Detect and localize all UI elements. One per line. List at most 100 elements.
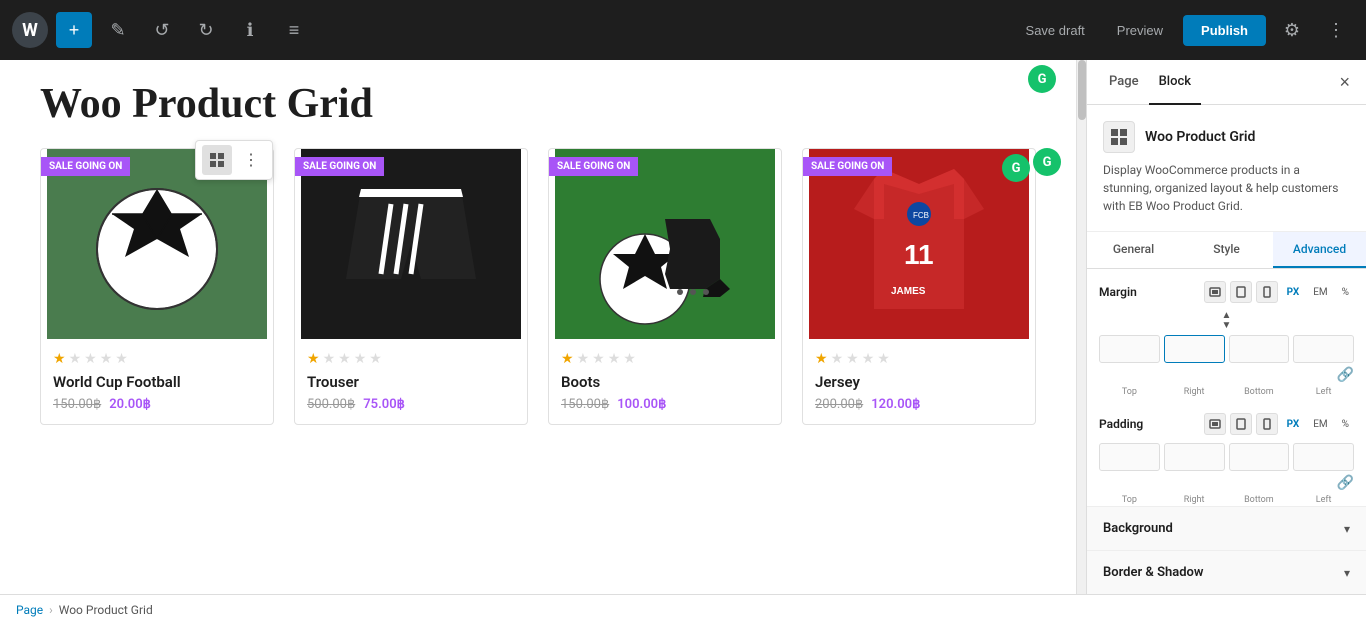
- margin-bottom-label: Bottom: [1229, 387, 1290, 397]
- margin-link-toggle[interactable]: 🔗: [1337, 367, 1354, 383]
- product-info-1: ★ ★ ★ ★ ★ World Cup Football 150.00฿ 20.…: [41, 339, 273, 424]
- product-image-4: 11 JAMES FCB: [803, 149, 1035, 339]
- redo-button[interactable]: ↻: [188, 12, 224, 48]
- product-name-4: Jersey: [815, 373, 1023, 391]
- more-options-button[interactable]: ⋮: [1318, 12, 1354, 48]
- margin-left-input[interactable]: [1293, 335, 1354, 363]
- border-shadow-header[interactable]: Border & Shadow ▾: [1087, 551, 1366, 594]
- star-rating-1: ★ ★ ★ ★ ★: [53, 351, 261, 367]
- sub-tab-general[interactable]: General: [1087, 232, 1180, 268]
- star-rating-3: ★ ★ ★ ★ ★: [561, 351, 769, 367]
- advanced-content: Margin PX EM %: [1087, 269, 1366, 506]
- product-card-2[interactable]: SALE GOING ON: [294, 148, 528, 425]
- padding-top-wrapper: [1099, 443, 1160, 471]
- block-more-button[interactable]: ⋮: [236, 145, 266, 175]
- padding-link-toggle[interactable]: 🔗: [1337, 475, 1354, 491]
- canvas-wrapper: Woo Product Grid ⋮ G: [0, 60, 1086, 594]
- margin-down-btn[interactable]: ▼: [1222, 321, 1232, 331]
- product-name-3: Boots: [561, 373, 769, 391]
- preview-button[interactable]: Preview: [1105, 17, 1175, 44]
- grammarly-icon-2: G: [1002, 154, 1030, 182]
- edit-button[interactable]: ✎: [100, 12, 136, 48]
- canvas: Woo Product Grid ⋮ G: [0, 60, 1076, 594]
- padding-tablet-btn[interactable]: [1230, 413, 1252, 435]
- block-name-label: Woo Product Grid: [1145, 129, 1255, 145]
- add-block-button[interactable]: +: [56, 12, 92, 48]
- product-card-3[interactable]: SALE GOING ON: [548, 148, 782, 425]
- background-header[interactable]: Background ▾: [1087, 507, 1366, 550]
- price-original-1: 150.00฿: [53, 397, 101, 412]
- breadcrumb-page[interactable]: Page: [16, 603, 43, 617]
- margin-right-input[interactable]: [1164, 335, 1225, 363]
- padding-left-wrapper: [1293, 443, 1354, 471]
- margin-inputs: [1099, 335, 1354, 363]
- margin-top-input[interactable]: [1099, 335, 1160, 363]
- panel-close-button[interactable]: ×: [1335, 68, 1354, 97]
- padding-section: Padding PX EM %: [1099, 413, 1354, 505]
- padding-right-wrapper: [1164, 443, 1225, 471]
- svg-text:JAMES: JAMES: [891, 286, 926, 297]
- undo-button[interactable]: ↺: [144, 12, 180, 48]
- svg-text:FCB: FCB: [913, 211, 929, 220]
- padding-unit-em[interactable]: EM: [1308, 417, 1332, 432]
- price-sale-3: 100.00฿: [617, 397, 666, 412]
- padding-bottom-input[interactable]: [1229, 443, 1290, 471]
- margin-mobile-btn[interactable]: [1256, 281, 1278, 303]
- wp-logo[interactable]: W: [12, 12, 48, 48]
- margin-label: Margin: [1099, 285, 1137, 299]
- padding-unit-pct[interactable]: %: [1337, 417, 1354, 432]
- price-original-3: 150.00฿: [561, 397, 609, 412]
- list-view-button[interactable]: ≡: [276, 12, 312, 48]
- margin-desktop-btn[interactable]: [1204, 281, 1226, 303]
- tab-page[interactable]: Page: [1099, 60, 1149, 105]
- padding-unit-px[interactable]: PX: [1282, 417, 1305, 432]
- padding-desktop-btn[interactable]: [1204, 413, 1226, 435]
- padding-bottom-wrapper: [1229, 443, 1290, 471]
- background-section: Background ▾: [1087, 506, 1366, 550]
- border-shadow-section: Border & Shadow ▾: [1087, 550, 1366, 594]
- margin-left-label: Left: [1293, 387, 1354, 397]
- margin-header: Margin PX EM %: [1099, 281, 1354, 303]
- margin-bottom-input[interactable]: [1229, 335, 1290, 363]
- publish-button[interactable]: Publish: [1183, 15, 1266, 46]
- padding-mobile-btn[interactable]: [1256, 413, 1278, 435]
- margin-unit-pct[interactable]: %: [1337, 285, 1354, 300]
- margin-unit-em[interactable]: EM: [1308, 285, 1332, 300]
- product-image-3: [549, 149, 781, 339]
- product-price-4: 200.00฿ 120.00฿: [815, 397, 1023, 412]
- margin-top-wrapper: [1099, 335, 1160, 363]
- padding-left-label: Left: [1293, 495, 1354, 505]
- products-grid: SALE GOING ON ★: [40, 148, 1036, 425]
- product-card-1[interactable]: SALE GOING ON ★: [40, 148, 274, 425]
- product-name-1: World Cup Football: [53, 373, 261, 391]
- sale-badge-4: SALE GOING ON: [803, 157, 892, 176]
- sub-tabs: General Style Advanced: [1087, 232, 1366, 269]
- padding-top-input[interactable]: [1099, 443, 1160, 471]
- canvas-scroll-thumb[interactable]: [1078, 60, 1086, 120]
- border-shadow-chevron-icon: ▾: [1344, 566, 1350, 580]
- save-draft-button[interactable]: Save draft: [1014, 17, 1097, 44]
- margin-left-wrapper: [1293, 335, 1354, 363]
- sub-tab-style[interactable]: Style: [1180, 232, 1273, 268]
- margin-stepper: ▲ ▼: [1099, 311, 1354, 331]
- sale-badge-3: SALE GOING ON: [549, 157, 638, 176]
- price-sale-2: 75.00฿: [363, 397, 405, 412]
- grid-view-icon: [209, 152, 225, 168]
- margin-tablet-btn[interactable]: [1230, 281, 1252, 303]
- grammarly-icon-3: G: [1028, 65, 1056, 93]
- info-button[interactable]: ℹ: [232, 12, 268, 48]
- main-toolbar: W + ✎ ↺ ↻ ℹ ≡ Save draft Preview Publish…: [0, 0, 1366, 60]
- sub-tab-advanced[interactable]: Advanced: [1273, 232, 1366, 268]
- margin-link-icon: 🔗: [1099, 367, 1354, 383]
- canvas-scrollbar[interactable]: [1076, 60, 1086, 594]
- product-card-4[interactable]: SALE GOING ON 11 JAMES: [802, 148, 1036, 425]
- margin-unit-px[interactable]: PX: [1282, 285, 1305, 300]
- background-chevron-icon: ▾: [1344, 522, 1350, 536]
- padding-right-input[interactable]: [1164, 443, 1225, 471]
- padding-top-label: Top: [1099, 495, 1160, 505]
- padding-left-input[interactable]: [1293, 443, 1354, 471]
- block-grid-view-button[interactable]: [202, 145, 232, 175]
- block-icon: [1103, 121, 1135, 153]
- settings-button[interactable]: ⚙: [1274, 12, 1310, 48]
- tab-block[interactable]: Block: [1149, 60, 1201, 105]
